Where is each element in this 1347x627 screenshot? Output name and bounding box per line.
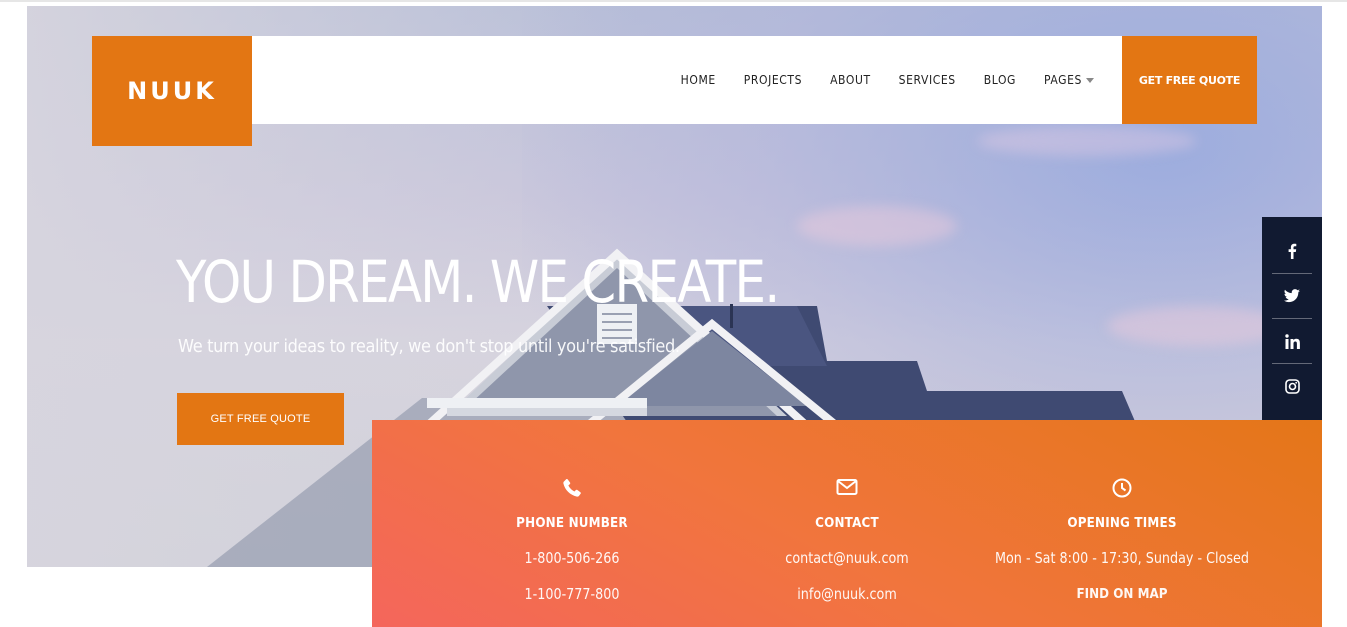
hero-subtitle: We turn your ideas to reality, we don't … <box>178 336 680 357</box>
social-sidebar <box>1262 217 1322 420</box>
opening-times-column: OPENING TIMES Mon - Sat 8:00 - 17:30, Su… <box>972 420 1272 627</box>
navbar: HOME PROJECTS ABOUT SERVICES BLOG PAGES <box>252 36 1122 124</box>
hero-title: YOU DREAM. WE CREATE. <box>176 248 780 316</box>
facebook-icon[interactable] <box>1272 229 1312 273</box>
top-border <box>0 0 1347 2</box>
logo-text: NUUK <box>127 77 217 105</box>
phone-number[interactable]: 1-100-777-800 <box>445 585 700 603</box>
nav-item-label: PROJECTS <box>743 73 803 87</box>
nav-item-home[interactable]: HOME <box>667 73 730 87</box>
button-label: GET FREE QUOTE <box>1138 73 1241 87</box>
nav-item-label: BLOG <box>983 73 1017 87</box>
envelope-icon <box>697 478 997 496</box>
linkedin-icon[interactable] <box>1272 319 1312 363</box>
get-free-quote-hero-button[interactable]: GET FREE QUOTE <box>177 393 344 445</box>
instagram-icon[interactable] <box>1272 364 1312 408</box>
find-on-map-link[interactable]: FIND ON MAP <box>984 587 1260 602</box>
email-link[interactable]: contact@nuuk.com <box>720 549 975 567</box>
button-label: GET FREE QUOTE <box>210 413 311 425</box>
contact-info-panel: PHONE NUMBER 1-800-506-266 1-100-777-800… <box>372 420 1322 627</box>
nav-menu: HOME PROJECTS ABOUT SERVICES BLOG PAGES <box>667 36 1108 124</box>
logo[interactable]: NUUK <box>92 36 252 146</box>
get-free-quote-nav-button[interactable]: GET FREE QUOTE <box>1122 36 1257 124</box>
contact-info-column: CONTACT contact@nuuk.com info@nuuk.com <box>697 420 997 627</box>
chevron-down-icon <box>1086 77 1094 83</box>
clock-icon <box>972 478 1272 498</box>
nav-item-label: SERVICES <box>898 73 956 87</box>
nav-item-blog[interactable]: BLOG <box>970 73 1030 87</box>
phone-number[interactable]: 1-800-506-266 <box>445 549 700 567</box>
phone-info-column: PHONE NUMBER 1-800-506-266 1-100-777-800 <box>422 420 722 627</box>
nav-item-pages[interactable]: PAGES <box>1030 73 1108 87</box>
nav-item-label: PAGES <box>1044 73 1082 87</box>
twitter-icon[interactable] <box>1272 274 1312 318</box>
nav-item-about[interactable]: ABOUT <box>816 73 885 87</box>
nav-item-services[interactable]: SERVICES <box>885 73 970 87</box>
nav-item-label: HOME <box>680 73 716 87</box>
opening-hours-text: Mon - Sat 8:00 - 17:30, Sunday - Closed <box>995 549 1249 567</box>
email-link[interactable]: info@nuuk.com <box>720 585 975 603</box>
nav-item-projects[interactable]: PROJECTS <box>730 73 816 87</box>
contact-title: CONTACT <box>815 516 879 531</box>
opening-times-title: OPENING TIMES <box>1067 516 1177 531</box>
phone-icon <box>422 478 722 498</box>
phone-title: PHONE NUMBER <box>516 516 628 531</box>
nav-item-label: ABOUT <box>830 73 871 87</box>
